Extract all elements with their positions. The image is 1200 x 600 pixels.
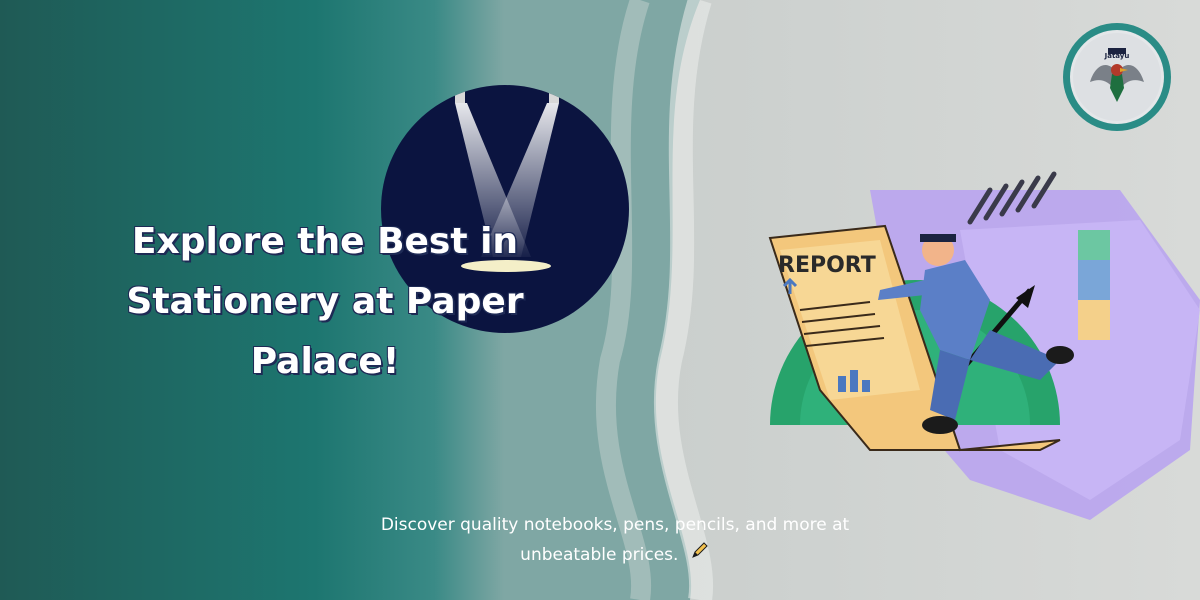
logo <box>1063 23 1171 131</box>
pen-emoji-icon <box>690 540 710 570</box>
headline-line: Palace! <box>250 341 400 382</box>
tagline-line: Discover quality notebooks, pens, pencil… <box>380 515 850 535</box>
report-label: REPORT <box>778 253 876 278</box>
tagline-line-2: unbeatable prices. <box>300 540 930 570</box>
logo-name: Jatayu <box>1104 52 1130 60</box>
headline-line: Stationery at Paper <box>126 281 524 322</box>
runner-with-report-icon: REPORT <box>768 171 1200 520</box>
headline: Explore the Best in Stationery at Paper … <box>110 212 540 392</box>
headline-line: Explore the Best in <box>131 221 519 262</box>
tagline: Discover quality notebooks, pens, pencil… <box>300 510 930 570</box>
tagline-line: unbeatable prices. <box>520 545 679 565</box>
